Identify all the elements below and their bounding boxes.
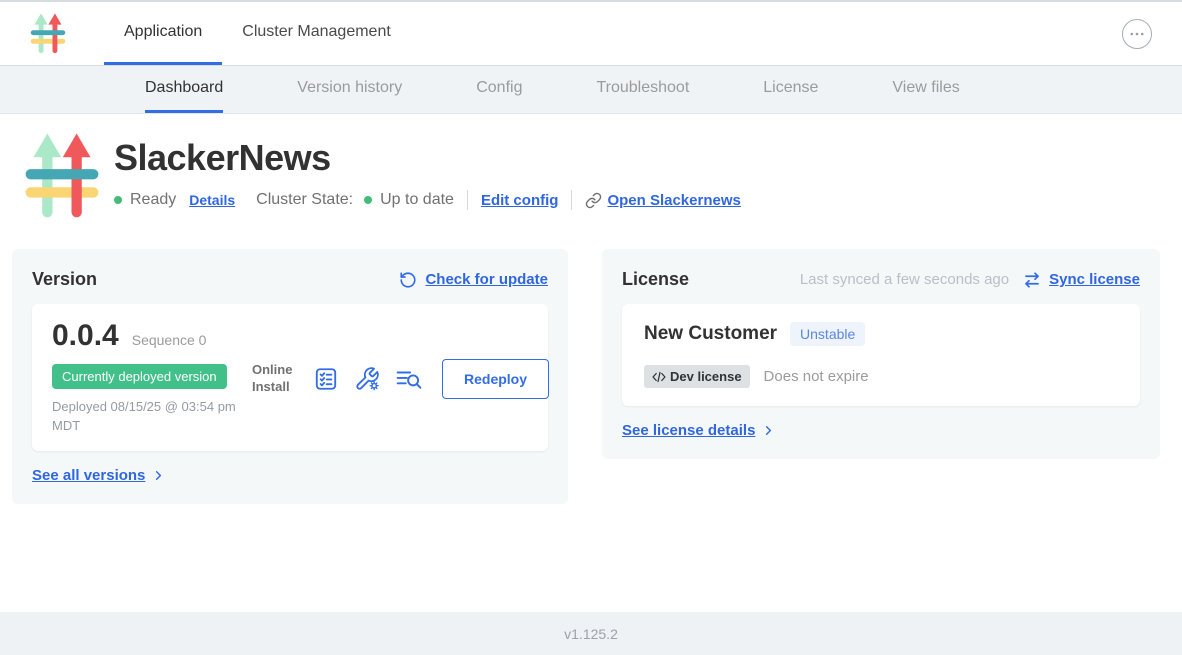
version-sequence: Sequence 0 <box>132 332 207 348</box>
top-nav: Application Cluster Management <box>0 2 1182 66</box>
tab-view-files[interactable]: View files <box>892 66 959 113</box>
top-nav-tabs: Application Cluster Management <box>104 2 411 65</box>
open-app-link[interactable]: Open Slackernews <box>585 192 740 209</box>
license-expiry: Does not expire <box>764 368 869 385</box>
console-footer: v1.125.2 <box>0 612 1182 655</box>
tab-cluster-management[interactable]: Cluster Management <box>222 2 411 65</box>
code-icon <box>652 370 666 384</box>
app-status-dot <box>114 196 122 204</box>
tab-config[interactable]: Config <box>476 66 522 113</box>
last-synced-text: Last synced a few seconds ago <box>800 271 1009 288</box>
slackernews-logo-icon <box>24 133 100 221</box>
app-logo-large <box>24 133 100 221</box>
license-detail-panel: New Customer Unstable Dev license Does n… <box>622 304 1140 406</box>
version-card-title: Version <box>32 269 97 290</box>
cluster-state-dot <box>364 196 372 204</box>
ellipsis-icon <box>1128 25 1146 43</box>
console-version: v1.125.2 <box>564 626 618 642</box>
redeploy-button[interactable]: Redeploy <box>442 359 549 399</box>
cluster-state-label: Cluster State: <box>256 191 353 209</box>
app-status-row: Ready Details Cluster State: Up to date … <box>114 190 741 210</box>
tab-troubleshoot[interactable]: Troubleshoot <box>596 66 689 113</box>
deployed-timestamp: Deployed 08/15/25 @ 03:54 pm MDT <box>52 398 252 436</box>
sync-arrows-icon <box>1023 271 1041 289</box>
overflow-menu-button[interactable] <box>1122 19 1152 49</box>
edit-config-link[interactable]: Edit config <box>481 192 559 209</box>
preflight-checks-icon[interactable] <box>313 366 339 392</box>
tab-dashboard[interactable]: Dashboard <box>145 66 223 113</box>
config-wrench-icon[interactable] <box>354 366 380 392</box>
app-sub-nav: Dashboard Version history Config Trouble… <box>0 66 1182 114</box>
app-logo-small <box>30 2 66 65</box>
chevron-right-icon <box>761 423 776 438</box>
link-chain-icon <box>585 192 602 209</box>
view-logs-icon[interactable] <box>395 366 423 392</box>
version-card: Version Check for update 0.0.4 Sequence … <box>12 249 568 504</box>
tab-version-history[interactable]: Version history <box>297 66 402 113</box>
customer-name: New Customer <box>644 323 777 345</box>
version-action-icons <box>313 366 423 392</box>
status-details-link[interactable]: Details <box>189 192 235 208</box>
check-for-update-link[interactable]: Check for update <box>425 271 548 288</box>
divider <box>571 190 572 210</box>
slackernews-logo-icon <box>30 13 66 55</box>
tab-license[interactable]: License <box>763 66 818 113</box>
license-type-label: Dev license <box>670 369 742 384</box>
version-number: 0.0.4 <box>52 319 119 353</box>
sync-license-link[interactable]: Sync license <box>1049 271 1140 288</box>
refresh-icon <box>399 271 417 289</box>
license-card: License Last synced a few seconds ago Sy… <box>602 249 1160 459</box>
app-header: SlackerNews Ready Details Cluster State:… <box>0 114 1182 221</box>
divider <box>467 190 468 210</box>
license-card-title: License <box>622 269 689 290</box>
channel-badge: Unstable <box>790 322 865 346</box>
install-type-label: Online Install <box>252 362 298 396</box>
chevron-right-icon <box>151 468 166 483</box>
license-type-badge: Dev license <box>644 365 750 388</box>
open-app-label: Open Slackernews <box>607 192 740 209</box>
app-status-text: Ready <box>130 191 176 209</box>
cluster-state-text: Up to date <box>380 191 454 209</box>
tab-application[interactable]: Application <box>104 2 222 65</box>
dashboard-main: SlackerNews Ready Details Cluster State:… <box>0 114 1182 612</box>
page-title: SlackerNews <box>114 137 741 179</box>
current-version-panel: 0.0.4 Sequence 0 Currently deployed vers… <box>32 304 548 451</box>
see-license-details-link[interactable]: See license details <box>622 422 755 439</box>
deployed-version-badge: Currently deployed version <box>52 364 227 389</box>
see-all-versions-link[interactable]: See all versions <box>32 467 145 484</box>
